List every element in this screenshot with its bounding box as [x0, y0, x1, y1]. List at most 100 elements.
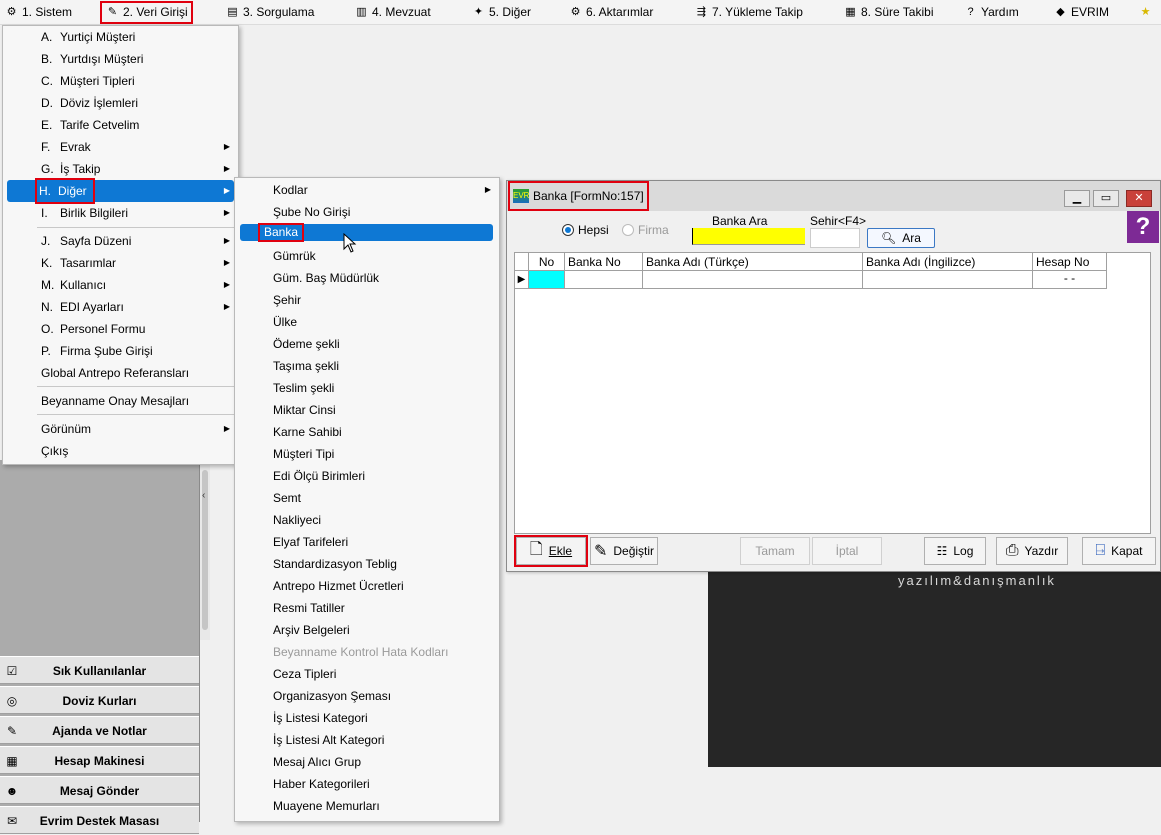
menu-item-beyanname-onay[interactable]: Beyanname Onay Mesajları — [3, 390, 238, 412]
submenu-item-organizasyon[interactable]: Organizasyon Şeması — [235, 685, 499, 707]
menu-item-yurtici-musteri[interactable]: A. Yurtiçi Müşteri — [3, 26, 238, 48]
submenu-item-antrepo-hizmet[interactable]: Antrepo Hizmet Ücretleri — [235, 575, 499, 597]
menu-item-doviz-islemleri[interactable]: D. Döviz İşlemleri — [3, 92, 238, 114]
submenu-item-arsiv-belgeleri[interactable]: Arşiv Belgeleri — [235, 619, 499, 641]
submenu-item-is-listesi-alt[interactable]: İş Listesi Alt Kategori — [235, 729, 499, 751]
menu-sorgulama[interactable]: ▤ 3. Sorgulama — [225, 2, 314, 23]
menu-item-yurtdisi-musteri[interactable]: B. Yurtdışı Müşteri — [3, 48, 238, 70]
submenu-item-nakliyeci[interactable]: Nakliyeci — [235, 509, 499, 531]
bank-search-input[interactable] — [692, 228, 805, 245]
quick-btn-support[interactable]: ✉ Evrim Destek Masası — [0, 806, 199, 834]
column-header[interactable]: No — [529, 253, 565, 271]
submenu-item-is-listesi-kategori[interactable]: İş Listesi Kategori — [235, 707, 499, 729]
grid-cell-banka-no[interactable] — [565, 271, 643, 289]
branding-tagline: yazılım&danışmanlık — [898, 573, 1056, 588]
menu-item-sayfa-duzeni[interactable]: J. Sayfa Düzeni ▶ — [3, 230, 238, 252]
window-titlebar[interactable]: EVR Banka [FormNo:157] ▁ ▭ ✕ — [507, 181, 1160, 211]
grid-cell-no[interactable] — [529, 271, 565, 289]
quick-btn-favorites[interactable]: ☑ Sık Kullanılanlar — [0, 656, 199, 684]
menu-item-kullanici[interactable]: M. Kullanıcı ▶ — [3, 274, 238, 296]
add-button[interactable]: 🗋 Ekle — [514, 535, 588, 567]
submenu-item-teslim-sekli[interactable]: Teslim şekli — [235, 377, 499, 399]
menu-yukleme-takip[interactable]: ⇶ 7. Yükleme Takip — [694, 2, 803, 23]
menu-evrim[interactable]: ◆ EVRIM — [1053, 2, 1109, 23]
menu-item-musteri-tipleri[interactable]: C. Müşteri Tipleri — [3, 70, 238, 92]
submenu-item-mesaj-alici[interactable]: Mesaj Alıcı Grup — [235, 751, 499, 773]
grid-cell-hesap-no[interactable]: - - — [1033, 271, 1107, 289]
menu-yardim[interactable]: ? Yardım — [963, 2, 1018, 23]
print-button[interactable]: ⎙ Yazdır — [996, 537, 1068, 565]
left-panel-scrollbar[interactable] — [200, 460, 210, 640]
submenu-item-haber-kategorileri[interactable]: Haber Kategorileri — [235, 773, 499, 795]
gear-icon: ⚙ — [6, 6, 17, 18]
menu-item-birlik-bilgileri[interactable]: I. Birlik Bilgileri ▶ — [3, 202, 238, 224]
column-header[interactable]: Banka Adı (İngilizce) — [863, 253, 1033, 271]
grid-cell-banka-adi-en[interactable] — [863, 271, 1033, 289]
quick-btn-agenda[interactable]: ✎ Ajanda ve Notlar — [0, 716, 199, 744]
maximize-button[interactable]: ▭ — [1093, 190, 1119, 207]
submenu-item-kodlar[interactable]: Kodlar ▶ — [235, 179, 499, 201]
quick-btn-send-message[interactable]: ☻ Mesaj Gönder — [0, 776, 199, 804]
menu-item-tarife-cetvelim[interactable]: E. Tarife Cetvelim — [3, 114, 238, 136]
menu-item-cikis[interactable]: Çıkış — [3, 440, 238, 462]
menu-veri-girisi[interactable]: ✎ 2. Veri Girişi — [100, 1, 193, 24]
column-header[interactable]: Hesap No — [1033, 253, 1107, 271]
submenu-item-ceza-tipleri[interactable]: Ceza Tipleri — [235, 663, 499, 685]
menu-item-firma-sube-girisi[interactable]: P. Firma Şube Girişi — [3, 340, 238, 362]
close-window-button[interactable]: ✕ — [1126, 190, 1152, 207]
submenu-arrow-icon: ▶ — [223, 164, 230, 173]
quick-btn-exchange-rates[interactable]: ◎ Doviz Kurları — [0, 686, 199, 714]
menu-label: 1. Sistem — [22, 5, 73, 19]
menu-item-gorunum[interactable]: Görünüm ▶ — [3, 418, 238, 440]
close-button[interactable]: ⍈ Kapat — [1082, 537, 1156, 565]
menu-item-label: Muayene Memurları — [273, 799, 380, 813]
submenu-arrow-icon: ▶ — [223, 302, 230, 311]
menu-diger[interactable]: ✦ 5. Diğer — [471, 2, 531, 23]
edit-button[interactable]: ✎ Değiştir — [590, 537, 658, 565]
submenu-item-standardizasyon[interactable]: Standardizasyon Teblig — [235, 553, 499, 575]
submenu-item-tasima-sekli[interactable]: Taşıma şekli — [235, 355, 499, 377]
collapse-panel-icon[interactable]: ‹ — [202, 490, 205, 501]
menu-item-evrak[interactable]: F. Evrak ▶ — [3, 136, 238, 158]
menu-aktarimlar[interactable]: ⚙ 6. Aktarımlar — [568, 2, 654, 23]
submenu-item-gumruk[interactable]: Gümrük — [235, 245, 499, 267]
grid-cell-banka-adi-tr[interactable] — [643, 271, 863, 289]
submenu-item-muayene-memurlari[interactable]: Muayene Memurları — [235, 795, 499, 817]
column-header[interactable]: Banka Adı (Türkçe) — [643, 253, 863, 271]
menu-item-tasarimlar[interactable]: K. Tasarımlar ▶ — [3, 252, 238, 274]
help-icon[interactable]: ? — [1127, 211, 1159, 243]
submenu-item-karne-sahibi[interactable]: Karne Sahibi — [235, 421, 499, 443]
submenu-item-gum-bas-mudurluk[interactable]: Güm. Baş Müdürlük — [235, 267, 499, 289]
menu-item-edi-ayarlari[interactable]: N. EDI Ayarları ▶ — [3, 296, 238, 318]
submenu-item-ulke[interactable]: Ülke — [235, 311, 499, 333]
menu-item-personel-formu[interactable]: O. Personel Formu — [3, 318, 238, 340]
submenu-item-sehir[interactable]: Şehir — [235, 289, 499, 311]
menu-sistem[interactable]: ⚙ 1. Sistem — [4, 2, 72, 23]
quick-btn-calculator[interactable]: ▦ Hesap Makinesi — [0, 746, 199, 774]
submenu-item-banka[interactable]: Banka — [240, 223, 493, 242]
bank-grid[interactable]: No Banka No Banka Adı (Türkçe) Banka Adı… — [514, 252, 1151, 534]
submenu-item-musteri-tipi[interactable]: Müşteri Tipi — [235, 443, 499, 465]
search-button[interactable]: 🔍︎ Ara — [867, 228, 935, 248]
menu-sure-takibi[interactable]: ▦ 8. Süre Takibi — [843, 2, 933, 23]
submenu-item-edi-olcu[interactable]: Edi Ölçü Birimleri — [235, 465, 499, 487]
menu-item-label: Yurtiçi Müşteri — [60, 30, 136, 44]
submenu-item-semt[interactable]: Semt — [235, 487, 499, 509]
submenu-item-miktar-cinsi[interactable]: Miktar Cinsi — [235, 399, 499, 421]
log-button[interactable]: ☷ Log — [924, 537, 986, 565]
submenu-item-elyaf-tarifeleri[interactable]: Elyaf Tarifeleri — [235, 531, 499, 553]
add-button-label: Ekle — [548, 544, 573, 558]
menu-item-is-takip[interactable]: G. İş Takip ▶ — [3, 158, 238, 180]
submenu-item-resmi-tatiller[interactable]: Resmi Tatiller — [235, 597, 499, 619]
menu-favorites[interactable]: ★ — [1138, 2, 1153, 23]
main-menubar: ⚙ 1. Sistem ✎ 2. Veri Girişi ▤ 3. Sorgulama… — [0, 0, 1161, 25]
radio-hepsi[interactable]: Hepsi — [562, 223, 609, 237]
menu-item-global-antrepo[interactable]: Global Antrepo Referansları — [3, 362, 238, 384]
menu-item-diger[interactable]: H. Diğer ▶ — [7, 178, 234, 204]
column-header[interactable]: Banka No — [565, 253, 643, 271]
submenu-item-odeme-sekli[interactable]: Ödeme şekli — [235, 333, 499, 355]
submenu-item-sube-no[interactable]: Şube No Girişi — [235, 201, 499, 223]
city-input[interactable] — [810, 228, 860, 248]
minimize-button[interactable]: ▁ — [1064, 190, 1090, 207]
menu-mevzuat[interactable]: ▥ 4. Mevzuat — [354, 2, 430, 23]
